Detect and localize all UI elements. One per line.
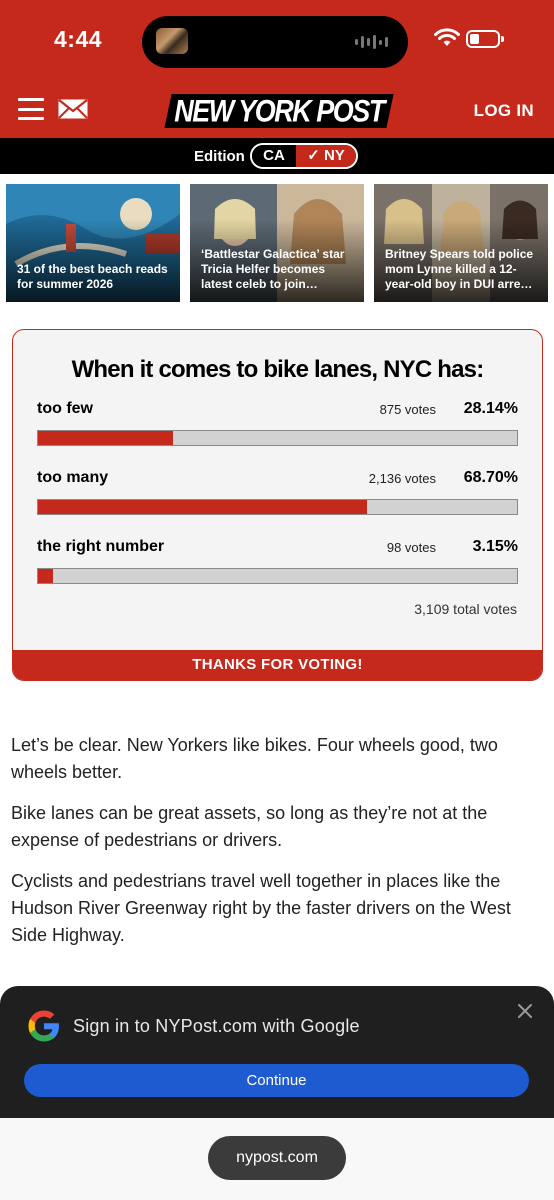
status-time: 4:44 <box>54 26 103 52</box>
poll-result-bar <box>37 499 518 515</box>
edition-label: Edition <box>194 148 245 165</box>
site-logo[interactable]: NEW YORK POST <box>164 90 394 130</box>
poll-result-fill <box>38 500 368 514</box>
google-signin-prompt: Sign in to NYPost.com with Google Contin… <box>0 986 554 1118</box>
poll-option-votes: 98 votes <box>386 540 436 555</box>
poll-option-label: too few <box>37 400 93 417</box>
poll-thanks-banner: THANKS FOR VOTING! <box>13 650 542 680</box>
poll-total-votes: 3,109 total votes <box>414 601 517 617</box>
poll-option-label: the right number <box>37 538 165 555</box>
dynamic-island[interactable] <box>142 16 408 68</box>
logo-text: NEW YORK POST <box>174 93 385 129</box>
story-card[interactable]: 31 of the best beach reads for summer 20… <box>6 184 180 302</box>
poll-option: the right number 98 votes 3.15% <box>37 538 518 588</box>
poll-option: too few 875 votes 28.14% <box>37 400 518 450</box>
poll-result-bar <box>37 430 518 446</box>
story-carousel: 31 of the best beach reads for summer 20… <box>0 184 554 304</box>
poll-option-votes: 2,136 votes <box>368 471 436 486</box>
poll-option-percent: 68.70% <box>463 469 518 486</box>
google-signin-text: Sign in to NYPost.com with Google <box>73 1016 360 1036</box>
poll-option: too many 2,136 votes 68.70% <box>37 469 518 519</box>
story-caption: Britney Spears told police mom Lynne kil… <box>385 247 534 291</box>
now-playing-thumb-icon <box>156 28 188 54</box>
battery-icon <box>466 30 504 48</box>
article-body: Let’s be clear. New Yorkers like bikes. … <box>11 732 543 963</box>
story-caption: ‘Battlestar Galactica’ star Tricia Helfe… <box>201 247 345 291</box>
login-link[interactable]: LOG IN <box>474 101 534 121</box>
audio-wave-icon <box>355 33 388 51</box>
edition-option-ny[interactable]: ✓ NY <box>296 145 356 167</box>
wifi-icon <box>434 28 460 46</box>
poll-option-percent: 3.15% <box>472 538 518 555</box>
google-continue-button[interactable]: Continue <box>24 1064 529 1097</box>
site-header: NEW YORK POST LOG IN <box>0 82 554 138</box>
url-bar[interactable]: nypost.com <box>208 1136 346 1180</box>
poll-option-votes: 875 votes <box>379 402 436 417</box>
story-caption: 31 of the best beach reads for summer 20… <box>17 262 168 291</box>
article-paragraph: Cyclists and pedestrians travel well tog… <box>11 871 511 945</box>
close-icon[interactable] <box>516 1002 534 1020</box>
story-card[interactable]: ‘Battlestar Galactica’ star Tricia Helfe… <box>190 184 364 302</box>
poll-question: When it comes to bike lanes, NYC has: <box>71 356 485 383</box>
mail-icon[interactable] <box>58 99 88 119</box>
poll-option-label: too many <box>37 469 109 486</box>
edition-bar: Edition CA ✓ NY <box>0 138 554 174</box>
edition-toggle: CA ✓ NY <box>250 143 358 169</box>
poll-result-fill <box>38 431 173 445</box>
article-paragraph: Let’s be clear. New Yorkers like bikes. … <box>11 735 498 782</box>
edition-option-ca[interactable]: CA <box>252 145 296 167</box>
google-g-icon <box>28 1010 59 1042</box>
poll-widget: When it comes to bike lanes, NYC has: to… <box>12 329 543 681</box>
story-card[interactable]: Britney Spears told police mom Lynne kil… <box>374 184 548 302</box>
browser-bottom-bar: nypost.com <box>0 1118 554 1200</box>
hamburger-menu-icon[interactable] <box>18 98 44 120</box>
article-paragraph: Bike lanes can be great assets, so long … <box>11 803 488 850</box>
page: 4:44 NEW YORK POST LOG IN Edition CA ✓ N… <box>0 0 554 1200</box>
poll-result-fill <box>38 569 54 583</box>
poll-option-percent: 28.14% <box>463 400 518 417</box>
status-bar: 4:44 <box>0 0 554 82</box>
poll-result-bar <box>37 568 518 584</box>
